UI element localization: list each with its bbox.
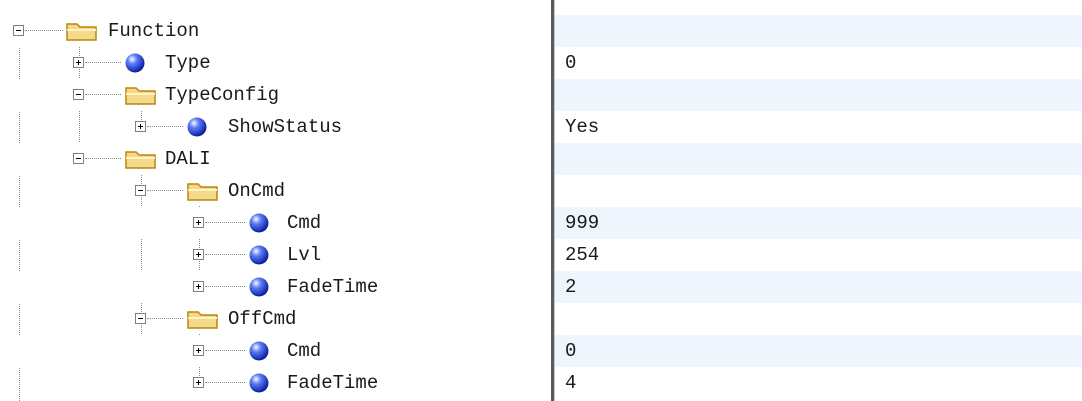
collapse-icon[interactable] xyxy=(13,25,24,36)
tree-connector xyxy=(205,254,245,255)
collapse-icon[interactable] xyxy=(135,313,146,324)
tree-connector xyxy=(25,30,63,31)
node-label-offcmd: OffCmd xyxy=(228,308,297,330)
collapse-icon[interactable] xyxy=(135,185,146,196)
collapse-icon[interactable] xyxy=(73,153,84,164)
tree-row-dali[interactable]: DALI xyxy=(0,143,1082,175)
expand-icon[interactable] xyxy=(193,217,204,228)
tree-row-offcmd-fadetime[interactable]: FadeTime 4 xyxy=(0,367,1082,399)
node-label-function: Function xyxy=(108,20,200,42)
folder-icon xyxy=(187,311,218,329)
node-value-showstatus[interactable]: Yes xyxy=(565,111,599,143)
collapse-icon[interactable] xyxy=(73,89,84,100)
expand-icon[interactable] xyxy=(193,345,204,356)
folder-icon xyxy=(125,87,156,105)
tree-connector xyxy=(85,94,121,95)
tree-row-oncmd-cmd[interactable]: Cmd 999 xyxy=(0,207,1082,239)
node-label-offcmd-fadetime: FadeTime xyxy=(287,372,379,394)
tree-row-offcmd-cmd[interactable]: Cmd 0 xyxy=(0,335,1082,367)
property-ball-icon xyxy=(249,213,269,233)
tree-connector xyxy=(205,286,245,287)
column-divider-shadow xyxy=(554,0,555,401)
tree-connector xyxy=(205,350,245,351)
node-value-offcmd-cmd[interactable]: 0 xyxy=(565,335,576,367)
expand-icon[interactable] xyxy=(193,249,204,260)
property-ball-icon xyxy=(249,277,269,297)
tree-row-function[interactable]: Function xyxy=(0,15,1082,47)
tree-row-type[interactable]: Type 0 xyxy=(0,47,1082,79)
node-label-typeconfig: TypeConfig xyxy=(165,84,280,106)
node-label-dali: DALI xyxy=(165,148,211,170)
node-label-type: Type xyxy=(165,52,211,74)
node-label-offcmd-cmd: Cmd xyxy=(287,340,322,362)
node-value-offcmd-fadetime[interactable]: 4 xyxy=(565,367,576,399)
property-ball-icon xyxy=(249,373,269,393)
folder-icon xyxy=(66,23,97,41)
expand-icon[interactable] xyxy=(193,377,204,388)
node-value-oncmd-fadetime[interactable]: 2 xyxy=(565,271,576,303)
tree-row-oncmd[interactable]: OnCmd xyxy=(0,175,1082,207)
tree-row-oncmd-lvl[interactable]: Lvl 254 xyxy=(0,239,1082,271)
node-label-oncmd-fadetime: FadeTime xyxy=(287,276,379,298)
tree-connector xyxy=(147,126,183,127)
tree-connector xyxy=(147,318,183,319)
tree-connector xyxy=(205,222,245,223)
tree-row-typeconfig[interactable]: TypeConfig xyxy=(0,79,1082,111)
node-value-oncmd-cmd[interactable]: 999 xyxy=(565,207,599,239)
node-value-oncmd-lvl[interactable]: 254 xyxy=(565,239,599,271)
folder-icon xyxy=(125,151,156,169)
property-ball-icon xyxy=(249,341,269,361)
node-label-showstatus: ShowStatus xyxy=(228,116,343,138)
node-label-oncmd-lvl: Lvl xyxy=(287,244,322,266)
expand-icon[interactable] xyxy=(73,57,84,68)
tree-row-oncmd-fadetime[interactable]: FadeTime 2 xyxy=(0,271,1082,303)
node-label-oncmd-cmd: Cmd xyxy=(287,212,322,234)
tree-connector xyxy=(205,382,245,383)
property-ball-icon xyxy=(249,245,269,265)
expand-icon[interactable] xyxy=(193,281,204,292)
expand-icon[interactable] xyxy=(135,121,146,132)
node-label-oncmd: OnCmd xyxy=(228,180,286,202)
tree-row-showstatus[interactable]: ShowStatus Yes xyxy=(0,111,1082,143)
tree-row-offcmd[interactable]: OffCmd xyxy=(0,303,1082,335)
property-ball-icon xyxy=(125,53,145,73)
tree-connector xyxy=(85,62,121,63)
property-tree: Function Type 0 TypeConfig ShowStatus Ye… xyxy=(0,0,1082,401)
property-ball-icon xyxy=(187,117,207,137)
folder-icon xyxy=(187,183,218,201)
tree-connector xyxy=(85,158,121,159)
tree-connector xyxy=(147,190,183,191)
node-value-type[interactable]: 0 xyxy=(565,47,576,79)
